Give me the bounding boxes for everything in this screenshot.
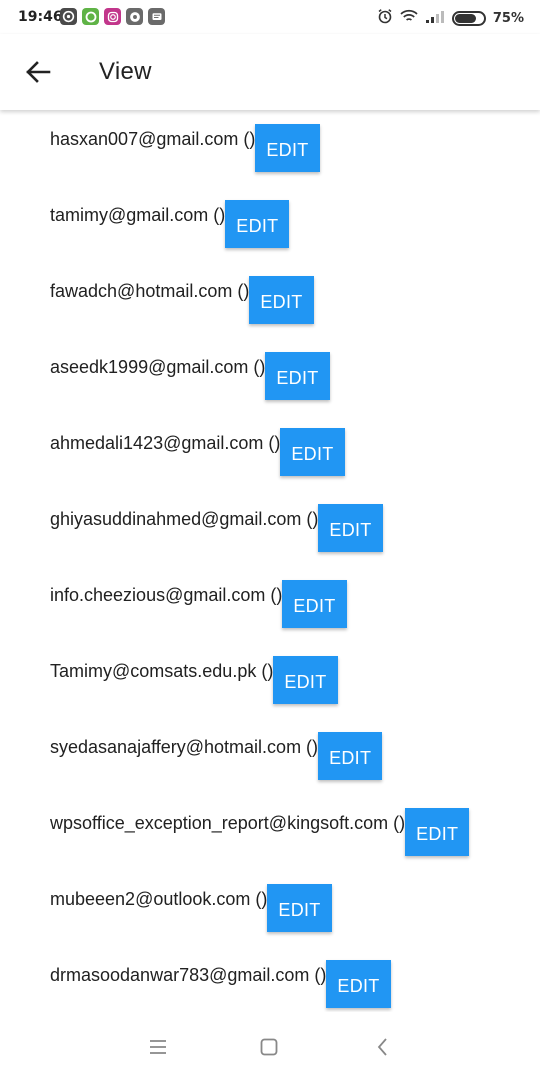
list-item: ahmedali1423@gmail.com () EDIT [50,414,345,476]
list-item: fawadch@hotmail.com () EDIT [50,262,314,324]
contact-email: drmasoodanwar783@gmail.com () [50,965,327,985]
list-item: ghiyasuddinahmed@gmail.com () EDIT [50,490,383,552]
edit-button[interactable]: EDIT [273,656,338,704]
list-item: hasxan007@gmail.com () EDIT [50,110,320,172]
contact-email: tamimy@gmail.com () [50,205,226,225]
list-item: aseedk1999@gmail.com () EDIT [50,338,330,400]
back-button[interactable] [14,48,62,96]
contact-list[interactable]: hasxan007@gmail.com () EDIT tamimy@gmail.c… [0,110,540,1012]
nav-back-button[interactable] [361,1030,405,1064]
battery-icon [451,11,486,26]
edit-button[interactable]: EDIT [318,504,383,552]
menu-icon [150,1040,166,1054]
list-item: wpsoffice_exception_report@kingsoft.com … [50,794,470,856]
navigation-bar [0,1012,540,1080]
back-chevron-icon [377,1038,387,1056]
page-title: View [99,58,152,85]
status-time: 19:46 [18,9,63,25]
contact-email: wpsoffice_exception_report@kingsoft.com … [50,813,406,833]
chrome-icon [126,8,143,25]
list-item: syedasanajaffery@hotmail.com () EDIT [50,718,383,780]
contact-email: fawadch@hotmail.com () [50,281,250,301]
edit-button[interactable]: EDIT [405,808,470,856]
arrow-left-icon [26,61,51,83]
home-square-icon [260,1038,278,1056]
contact-email: mubeeen2@outlook.com () [50,889,268,909]
status-right: 75% [377,8,524,29]
list-item: info.cheezious@gmail.com () EDIT [50,566,347,628]
edit-button[interactable]: EDIT [282,580,347,628]
android-icon [82,8,99,25]
notification-icons [60,8,165,25]
github-icon [60,8,77,25]
contact-email: info.cheezious@gmail.com () [50,585,283,605]
list-item: mubeeen2@outlook.com () EDIT [50,870,332,932]
contact-email: hasxan007@gmail.com () [50,129,256,149]
edit-button[interactable]: EDIT [265,352,330,400]
edit-button[interactable]: EDIT [280,428,345,476]
contact-email: syedasanajaffery@hotmail.com () [50,737,319,757]
instagram-icon [104,8,121,25]
wifi-icon [400,9,418,28]
edit-button[interactable]: EDIT [267,884,332,932]
app-bar: View [0,34,540,110]
list-item: drmasoodanwar783@gmail.com () EDIT [50,946,391,1008]
home-button[interactable] [247,1030,291,1064]
signal-icon [425,10,445,28]
status-bar: 19:46 75% [0,0,540,34]
battery-percent: 75% [492,11,524,26]
contact-email: Tamimy@comsats.edu.pk () [50,661,274,681]
contact-email: ahmedali1423@gmail.com () [50,433,281,453]
list-item: tamimy@gmail.com () EDIT [50,186,290,248]
contact-email: ghiyasuddinahmed@gmail.com () [50,509,319,529]
contact-email: aseedk1999@gmail.com () [50,357,266,377]
recent-apps-button[interactable] [136,1030,180,1064]
edit-button[interactable]: EDIT [318,732,383,780]
edit-button[interactable]: EDIT [255,124,320,172]
message-icon [148,8,165,25]
alarm-icon [377,8,393,29]
edit-button[interactable]: EDIT [249,276,314,324]
list-item: Tamimy@comsats.edu.pk () EDIT [50,642,338,704]
edit-button[interactable]: EDIT [326,960,391,1008]
edit-button[interactable]: EDIT [225,200,290,248]
